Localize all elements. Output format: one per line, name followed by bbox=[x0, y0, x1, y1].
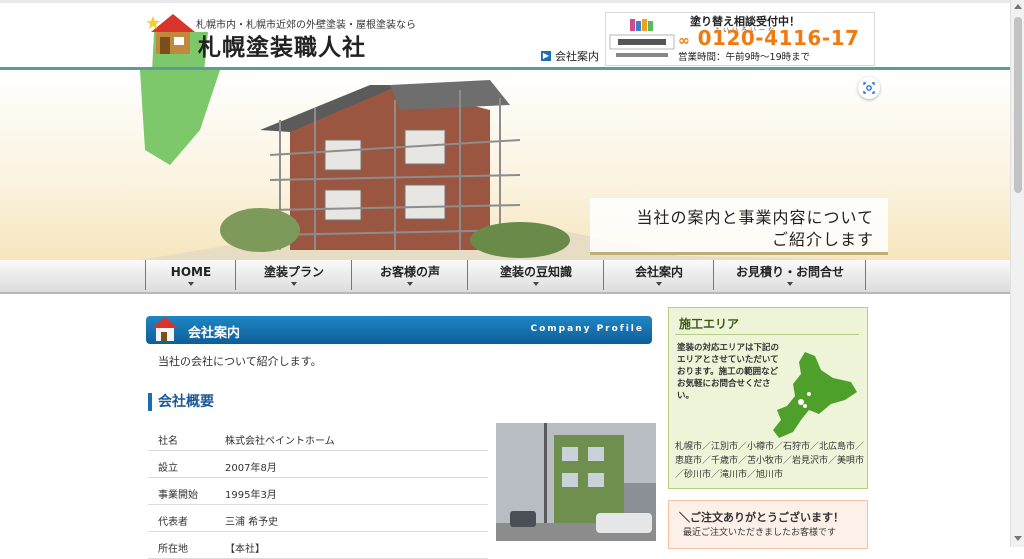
office-building-photo bbox=[496, 423, 656, 541]
caret-down-icon bbox=[291, 282, 297, 286]
nav-painting-plan[interactable]: 塗装プラン bbox=[235, 260, 352, 290]
nav-painting-plan-label: 塗装プラン bbox=[263, 265, 324, 279]
row-key: 設立 bbox=[158, 463, 178, 474]
nav-end-divider bbox=[865, 260, 866, 290]
scrollbar-thumb[interactable] bbox=[1014, 17, 1022, 193]
caret-down-icon bbox=[656, 282, 662, 286]
image-zoom-button[interactable] bbox=[858, 77, 880, 99]
row-value: 1995年3月 bbox=[225, 490, 277, 501]
nav-estimate-contact-label: お見積り・お問合せ bbox=[735, 265, 844, 279]
row-key: 社名 bbox=[158, 436, 178, 447]
phone-number[interactable]: ∞ 0120-4116-17 bbox=[678, 26, 859, 50]
row-key: 代表者 bbox=[158, 517, 188, 528]
nav-company-label: 会社案内 bbox=[634, 265, 683, 279]
nav-estimate-contact[interactable]: お見積り・お問合せ bbox=[713, 260, 866, 290]
scan-icon bbox=[863, 82, 875, 94]
hero-caption: 当社の案内と事業内容について ご紹介します bbox=[590, 198, 888, 255]
table-row: 社名 株式会社ペイントホーム bbox=[148, 424, 488, 451]
page-scrollbar[interactable] bbox=[1010, 0, 1024, 547]
table-row: 設立 2007年8月 bbox=[148, 451, 488, 478]
phone-number-text: 0120-4116-17 bbox=[697, 26, 860, 50]
company-info-table: 社名 株式会社ペイントホーム 設立 2007年8月 事業開始 1995年3月 代表者 三… bbox=[148, 424, 488, 559]
thanks-box[interactable]: ＼ご注文ありがとうございます！ 最近ご注文いただきましたお客様です bbox=[668, 500, 868, 549]
phone-contact-box[interactable]: 塗り替え相談受付中！ よいいろいーな ∞ 0120-4116-17 営業時間：午… bbox=[605, 12, 875, 66]
hero-caption-line1: 当社の案内と事業内容について bbox=[636, 208, 874, 227]
row-value: 【本社】 bbox=[225, 544, 265, 555]
nav-painting-tips-label: 塗装の豆知識 bbox=[499, 265, 572, 279]
row-value: 株式会社ペイントホーム bbox=[225, 436, 335, 447]
house-icon bbox=[152, 317, 178, 341]
nav-home-label: HOME bbox=[170, 265, 212, 279]
row-key: 事業開始 bbox=[158, 490, 198, 501]
caret-down-icon bbox=[188, 282, 194, 286]
nav-customer-voice-label: お客様の声 bbox=[379, 265, 440, 279]
nav-company[interactable]: 会社案内 bbox=[603, 260, 714, 290]
scroll-up-icon[interactable] bbox=[1014, 4, 1022, 9]
section-title: 会社案内 bbox=[188, 326, 241, 341]
business-hours: 営業時間：午前9時〜19時まで bbox=[678, 52, 811, 63]
row-value: 2007年8月 bbox=[225, 463, 277, 474]
top-strip bbox=[0, 0, 1024, 3]
caret-down-icon bbox=[533, 282, 539, 286]
nav-customer-voice[interactable]: お客様の声 bbox=[351, 260, 468, 290]
house-logo-icon[interactable] bbox=[147, 10, 197, 58]
hokkaido-map-icon bbox=[773, 352, 857, 438]
service-area-cities: 札幌市／江別市／小樽市／石狩市／北広島市／恵庭市／千歳市／苫小牧市／岩見沢市／美… bbox=[675, 442, 865, 480]
arrow-right-icon: ▶ bbox=[541, 51, 551, 61]
table-row: 代表者 三浦 希予史 bbox=[148, 505, 488, 532]
service-area-box: 施工エリア 塗装の対応エリアは下記のエリアとさせていただいております。施工の範囲… bbox=[668, 307, 868, 489]
nav-home[interactable]: HOME bbox=[145, 260, 236, 290]
caret-down-icon bbox=[407, 282, 413, 286]
thanks-title: ＼ご注文ありがとうございます！ bbox=[679, 511, 844, 524]
nav-painting-tips[interactable]: 塗装の豆知識 bbox=[467, 260, 604, 290]
table-row: 所在地 【本社】 bbox=[148, 532, 488, 559]
thanks-subtitle: 最近ご注文いただきましたお客様です bbox=[683, 528, 837, 538]
row-value: 三浦 希予史 bbox=[225, 517, 279, 528]
painthome-logo-icon bbox=[609, 19, 675, 57]
intro-text: 当社の会社について紹介します。 bbox=[158, 355, 322, 368]
service-area-title: 施工エリア bbox=[679, 317, 740, 331]
table-row: 事業開始 1995年3月 bbox=[148, 478, 488, 505]
header-company-link[interactable]: ▶ 会社案内 bbox=[541, 48, 599, 64]
freedial-icon: ∞ bbox=[678, 33, 691, 49]
global-nav: HOME 塗装プラン お客様の声 塗装の豆知識 会社案内 お見積り・お問合せ bbox=[0, 260, 1010, 294]
scroll-down-icon[interactable] bbox=[1014, 536, 1022, 541]
section-header: 会社案内 Company Profile bbox=[146, 316, 652, 344]
caret-down-icon bbox=[787, 282, 793, 286]
subheading: 会社概要 bbox=[148, 393, 214, 411]
header-company-link-label: 会社案内 bbox=[555, 50, 599, 63]
service-area-divider bbox=[675, 334, 859, 335]
hero-caption-line2: ご紹介します bbox=[771, 230, 874, 249]
site-title[interactable]: 札幌塗装職人社 bbox=[198, 28, 366, 62]
row-key: 所在地 bbox=[158, 544, 188, 555]
section-title-en: Company Profile bbox=[530, 324, 644, 334]
